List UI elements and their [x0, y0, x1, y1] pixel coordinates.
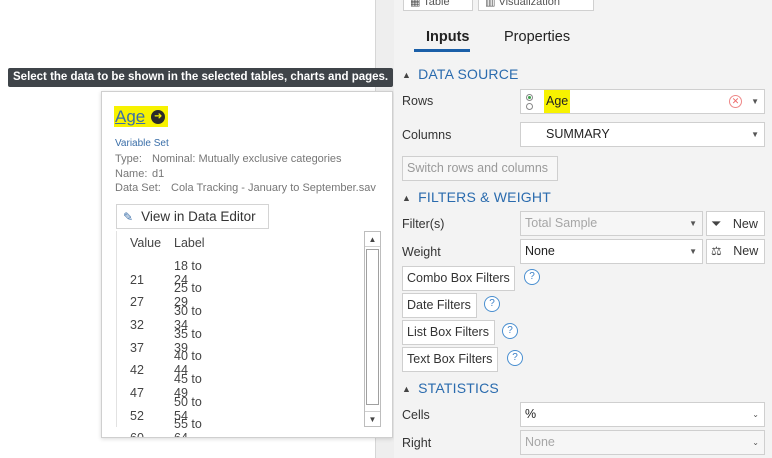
filters-weight-header-text: FILTERS & WEIGHT: [418, 189, 551, 205]
new-filter-label: New: [732, 217, 758, 231]
filters-dropdown[interactable]: Total Sample ▼: [520, 211, 703, 236]
scroll-thumb[interactable]: [366, 249, 379, 405]
arrow-circle-icon[interactable]: ➜: [151, 109, 166, 124]
switch-rows-columns-button[interactable]: Switch rows and columns: [402, 156, 558, 181]
list-item-label: 55 to 64: [174, 417, 202, 438]
filters-label: Filter(s): [402, 217, 445, 231]
value-column-header: Value: [130, 236, 162, 250]
table-button[interactable]: ▦ Table: [403, 0, 473, 11]
chevron-down-icon[interactable]: ▼: [689, 240, 697, 263]
right-selected-value: None: [525, 435, 555, 449]
panel-tabs: Inputs Properties: [394, 26, 772, 52]
meta-dataset-key: Data Set:: [115, 182, 161, 194]
clear-icon[interactable]: ✕: [729, 95, 742, 108]
new-filter-button[interactable]: ⏷ New: [706, 211, 765, 236]
table-icon: ▦: [410, 0, 424, 8]
meta-type-key: Type:: [115, 153, 142, 165]
inputs-panel: ▦ Table ▥ Visualization Inputs Propertie…: [394, 0, 772, 458]
variable-title[interactable]: Age ➜: [114, 106, 169, 127]
chevron-down-icon[interactable]: ▼: [689, 212, 697, 235]
cells-dropdown[interactable]: % ⌄: [520, 402, 765, 427]
view-in-data-editor-label: View in Data Editor: [141, 209, 256, 224]
scroll-down-icon[interactable]: ▼: [365, 411, 380, 426]
collapse-triangle-icon[interactable]: ▲: [402, 70, 411, 80]
weight-selected-value: None: [525, 244, 555, 258]
view-in-data-editor-button[interactable]: ✎ View in Data Editor: [116, 204, 269, 229]
right-label: Right: [402, 436, 432, 450]
scroll-up-icon[interactable]: ▲: [365, 232, 380, 247]
chevron-down-icon[interactable]: ▼: [751, 123, 759, 146]
meta-dataset-value: Cola Tracking - January to September.sav: [171, 182, 376, 194]
help-icon[interactable]: ?: [484, 296, 500, 312]
chart-icon: ▥: [485, 0, 499, 8]
cells-label: Cells: [402, 408, 430, 422]
help-icon[interactable]: ?: [507, 350, 523, 366]
help-icon[interactable]: ?: [524, 269, 540, 285]
meta-name: Name: d1: [115, 168, 164, 180]
meta-dataset: Data Set: Cola Tracking - January to Sept…: [115, 182, 376, 194]
right-dropdown[interactable]: None ⌄: [520, 430, 765, 455]
new-weight-button[interactable]: ⚖ New: [706, 239, 765, 264]
visualization-button-label: Visualization: [498, 0, 561, 8]
table-button-label: Table: [423, 0, 450, 8]
statistics-header-text: STATISTICS: [418, 380, 499, 396]
filters-weight-section-header[interactable]: ▲ FILTERS & WEIGHT: [402, 189, 551, 205]
tab-inputs[interactable]: Inputs: [426, 29, 470, 45]
collapse-triangle-icon[interactable]: ▲: [402, 384, 411, 394]
combo-box-filters-button[interactable]: Combo Box Filters: [402, 266, 515, 291]
meta-type: Type: Nominal: Mutually exclusive categor…: [115, 153, 342, 165]
chevron-down-icon[interactable]: ▼: [751, 90, 759, 113]
tab-properties[interactable]: Properties: [504, 29, 570, 45]
data-source-header-text: DATA SOURCE: [418, 66, 519, 82]
variable-info-popup: Age ➜ Variable Set Type: Nominal: Mutuall…: [101, 91, 393, 438]
list-item: 60 55 to 64: [130, 417, 218, 438]
meta-name-value: d1: [152, 168, 165, 180]
date-filters-button[interactable]: Date Filters: [402, 293, 477, 318]
value-list-scrollbar[interactable]: ▲ ▼: [364, 231, 381, 427]
data-source-tooltip: Select the data to be shown in the selec…: [8, 68, 394, 87]
text-box-filters-button[interactable]: Text Box Filters: [402, 347, 498, 372]
columns-label: Columns: [402, 128, 452, 142]
cells-selected-value: %: [525, 407, 537, 421]
scales-icon: ⚖: [711, 244, 722, 258]
value-list-header: Value Label: [130, 236, 218, 250]
weight-dropdown[interactable]: None ▼: [520, 239, 703, 264]
value-label-list[interactable]: Value Label 2118 to 24 2725 to 29 3230 to…: [116, 231, 381, 437]
meta-name-key: Name:: [115, 168, 148, 180]
visualization-button[interactable]: ▥ Visualization: [478, 0, 594, 11]
chevron-down-icon[interactable]: ⌄: [752, 431, 759, 454]
list-box-filters-button[interactable]: List Box Filters: [402, 320, 495, 345]
rows-label: Rows: [402, 94, 434, 108]
help-icon[interactable]: ?: [502, 323, 518, 339]
chevron-down-icon[interactable]: ⌄: [752, 403, 759, 426]
rows-radio-selected[interactable]: [526, 94, 533, 101]
columns-dropdown[interactable]: SUMMARY ▼: [520, 122, 765, 147]
data-source-section-header[interactable]: ▲ DATA SOURCE: [402, 66, 519, 82]
label-column-header: Label: [174, 236, 205, 250]
new-weight-label: New: [733, 244, 759, 258]
collapse-triangle-icon[interactable]: ▲: [402, 193, 411, 203]
weight-label: Weight: [402, 245, 441, 259]
rows-selected-value: Age: [544, 90, 571, 113]
statistics-section-header[interactable]: ▲ STATISTICS: [402, 380, 499, 396]
variable-title-text[interactable]: Age: [115, 107, 145, 127]
list-item-value: 60: [130, 431, 144, 438]
pencil-icon: ✎: [123, 209, 134, 224]
rows-dropdown[interactable]: Age ✕ ▼: [520, 89, 765, 114]
columns-selected-value: SUMMARY: [546, 127, 610, 141]
variable-set-label: Variable Set: [115, 138, 169, 149]
funnel-icon: ⏷: [711, 216, 722, 231]
active-tab-indicator: [414, 49, 470, 52]
meta-type-value: Nominal: Mutually exclusive categories: [152, 153, 342, 165]
filters-selected-value: Total Sample: [525, 216, 598, 230]
rows-radio-unselected[interactable]: [526, 103, 533, 110]
